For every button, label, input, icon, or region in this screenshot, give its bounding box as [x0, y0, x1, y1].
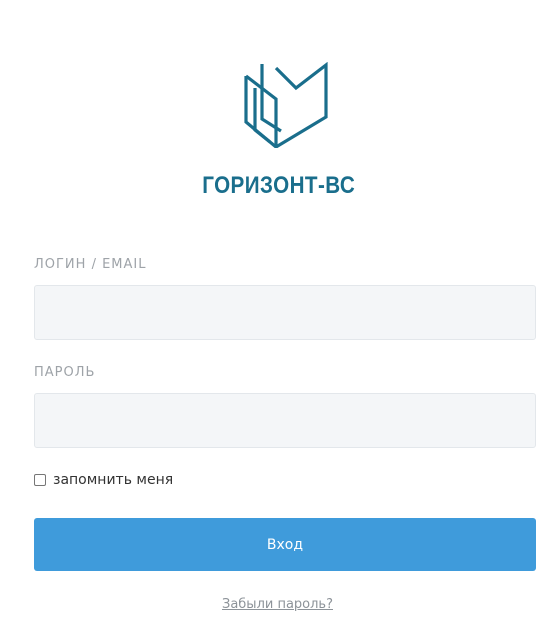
- remember-label: запомнить меня: [53, 472, 174, 488]
- login-page: ГОРИЗОНТ-ВС ЛОГИН / EMAIL ПАРОЛЬ запомни…: [0, 0, 555, 639]
- login-label: ЛОГИН / EMAIL: [34, 257, 147, 272]
- password-input[interactable]: [34, 393, 536, 448]
- remember-checkbox[interactable]: [34, 474, 46, 486]
- password-label: ПАРОЛЬ: [34, 365, 96, 380]
- book-logo-icon: [244, 62, 328, 148]
- login-button[interactable]: Вход: [34, 518, 536, 571]
- login-input[interactable]: [34, 285, 536, 340]
- forgot-container: Забыли пароль?: [0, 593, 555, 612]
- remember-me[interactable]: запомнить меня: [34, 472, 173, 488]
- forgot-password-link[interactable]: Забыли пароль?: [222, 597, 333, 612]
- brand-name: ГОРИЗОНТ-ВС: [202, 172, 356, 199]
